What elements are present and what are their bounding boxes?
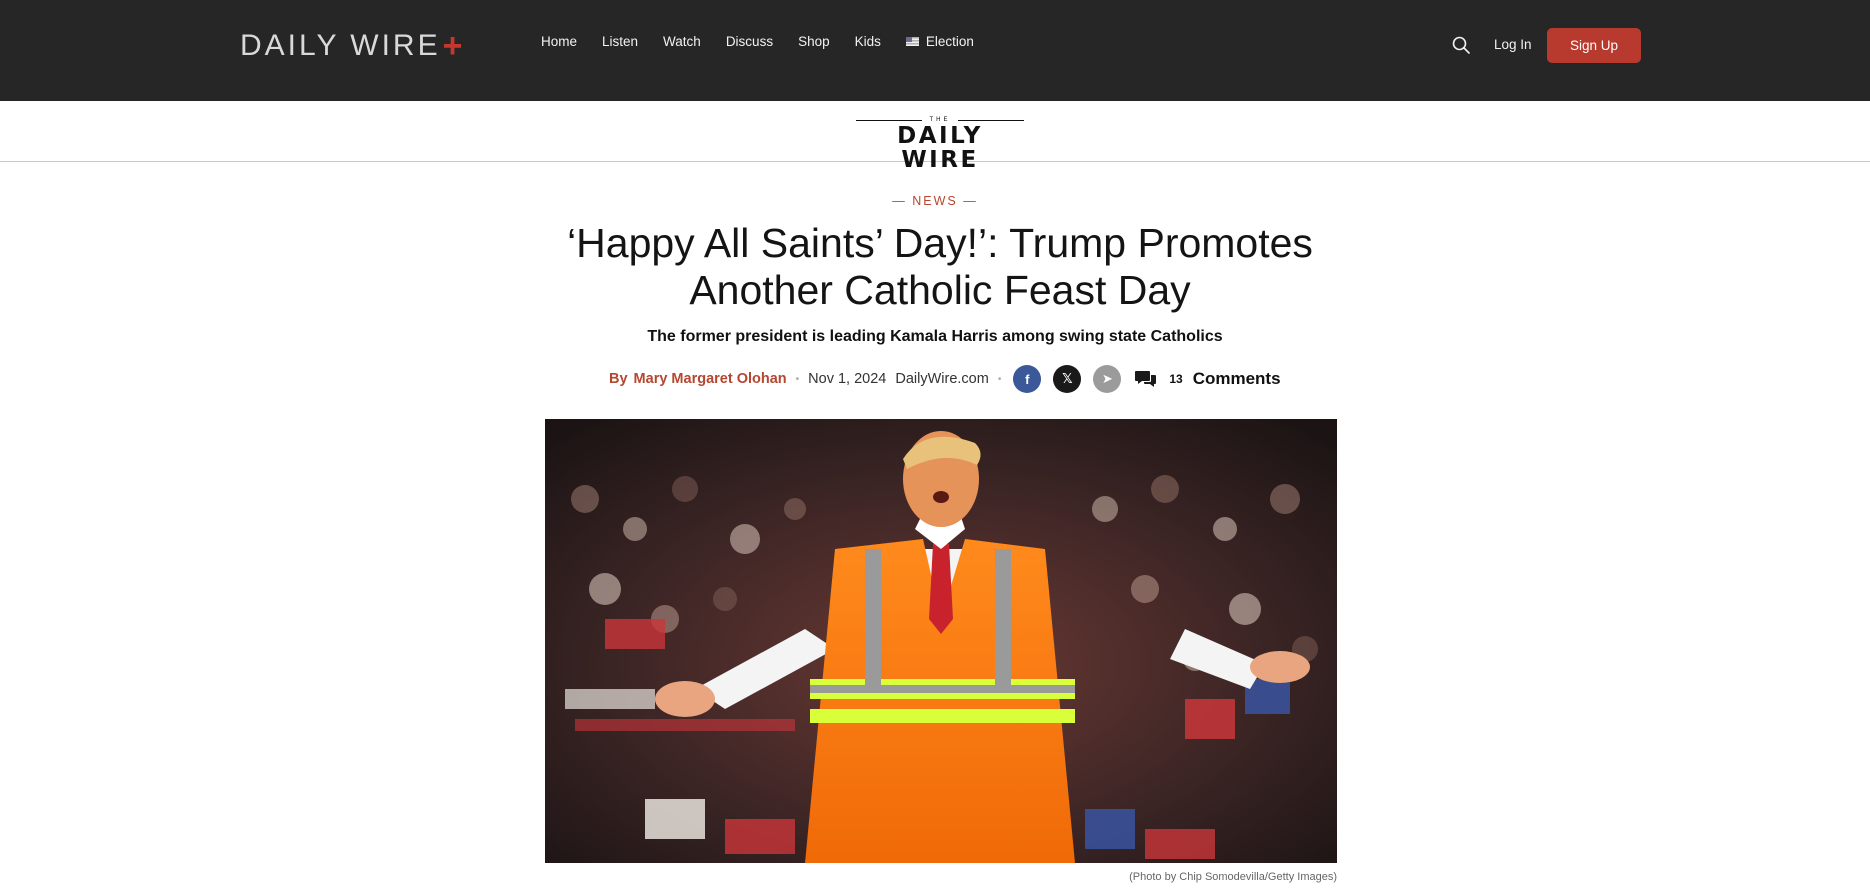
masthead-name: DAILY WIRE: [897, 123, 983, 173]
author-link[interactable]: Mary Margaret Olohan: [634, 371, 787, 387]
hero-image: [545, 419, 1337, 863]
nav-item-watch[interactable]: Watch: [663, 34, 701, 49]
nav-item-election[interactable]: Election: [905, 34, 974, 49]
dailywire-plus-logo[interactable]: DAILY WIRE +: [240, 28, 465, 64]
hero-photo-illustration: [545, 419, 1337, 863]
article-subhead: The former president is leading Kamala H…: [647, 328, 1223, 345]
nav-item-shop[interactable]: Shop: [798, 34, 830, 49]
signup-button[interactable]: Sign Up: [1547, 28, 1641, 63]
nav-item-discuss[interactable]: Discuss: [726, 34, 773, 49]
article-headline: ‘Happy All Saints’ Day!’: Trump Promotes…: [567, 220, 1313, 313]
separator-dot: •: [997, 373, 1002, 385]
main-nav: Home Listen Watch Discuss Shop Kids Elec…: [541, 34, 999, 49]
nav-item-home[interactable]: Home: [541, 34, 577, 49]
byline: By Mary Margaret Olohan • Nov 1, 2024 Da…: [609, 365, 1281, 393]
logo-text: DAILY WIRE: [240, 29, 441, 62]
us-flag-icon: [905, 37, 919, 46]
comment-count: 13: [1169, 372, 1183, 386]
nav-item-kids[interactable]: Kids: [855, 34, 881, 49]
masthead-the: THE: [856, 116, 1024, 124]
telegram-icon: ➤: [1101, 371, 1113, 386]
masthead: THE DAILY WIRE: [0, 101, 1870, 172]
logo-plus-mark: +: [442, 27, 466, 65]
byline-by: By: [609, 371, 628, 387]
search-icon[interactable]: [1452, 36, 1470, 54]
telegram-share-button[interactable]: ➤: [1093, 365, 1122, 393]
publish-date: Nov 1, 2024: [808, 371, 887, 387]
comment-icon[interactable]: [1135, 369, 1157, 389]
section-tag[interactable]: — NEWS —: [0, 194, 1870, 208]
comments-link[interactable]: Comments: [1193, 369, 1281, 389]
nav-item-listen[interactable]: Listen: [602, 34, 638, 49]
hero-caption: (Photo by Chip Somodevilla/Getty Images): [1129, 871, 1337, 883]
facebook-icon: f: [1025, 371, 1030, 387]
facebook-share-button[interactable]: f: [1013, 365, 1042, 393]
x-share-button[interactable]: 𝕏: [1053, 365, 1082, 393]
login-link[interactable]: Log In: [1494, 37, 1532, 52]
source-label: DailyWire.com: [895, 371, 989, 387]
nav-item-election-label: Election: [925, 34, 974, 49]
x-icon: 𝕏: [1062, 371, 1073, 386]
separator-dot: •: [795, 373, 800, 385]
top-nav-bar: DAILY WIRE + Home Listen Watch Discuss Sh…: [0, 0, 1870, 101]
daily-wire-masthead-logo[interactable]: THE DAILY WIRE: [856, 116, 1024, 172]
